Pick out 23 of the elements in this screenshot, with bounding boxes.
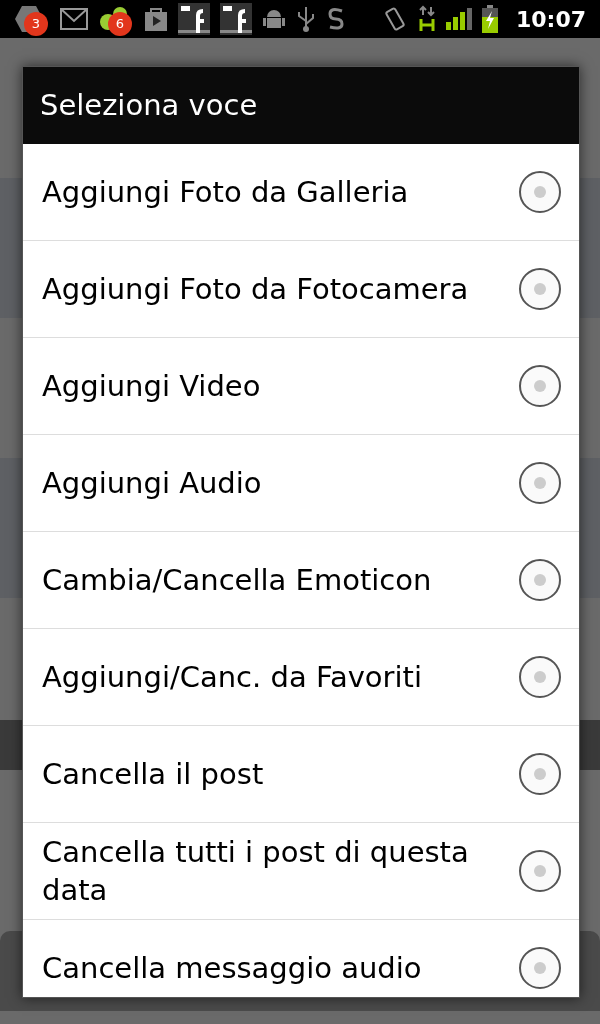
signal-icon bbox=[445, 8, 472, 30]
bag-icon bbox=[144, 6, 168, 32]
notification-badge: 3 bbox=[24, 12, 48, 36]
app-icon bbox=[326, 7, 346, 31]
clock: 10:07 bbox=[515, 5, 586, 34]
radio-button[interactable] bbox=[519, 268, 561, 310]
usb-icon bbox=[296, 5, 316, 33]
dialog-title: Seleziona voce bbox=[23, 67, 579, 144]
facebook-icon bbox=[220, 3, 252, 35]
mail-icon bbox=[60, 8, 88, 30]
radio-button[interactable] bbox=[519, 559, 561, 601]
facebook-icon bbox=[178, 3, 210, 35]
radio-button[interactable] bbox=[519, 365, 561, 407]
data-icon bbox=[417, 5, 436, 33]
radio-button[interactable] bbox=[519, 753, 561, 795]
radio-button[interactable] bbox=[519, 462, 561, 504]
android-icon bbox=[262, 7, 286, 31]
radio-button[interactable] bbox=[519, 656, 561, 698]
radio-button[interactable] bbox=[519, 947, 561, 989]
radio-button[interactable] bbox=[519, 850, 561, 892]
notification-badge: 6 bbox=[108, 12, 132, 36]
battery-icon bbox=[481, 5, 498, 33]
radio-button[interactable] bbox=[519, 171, 561, 213]
